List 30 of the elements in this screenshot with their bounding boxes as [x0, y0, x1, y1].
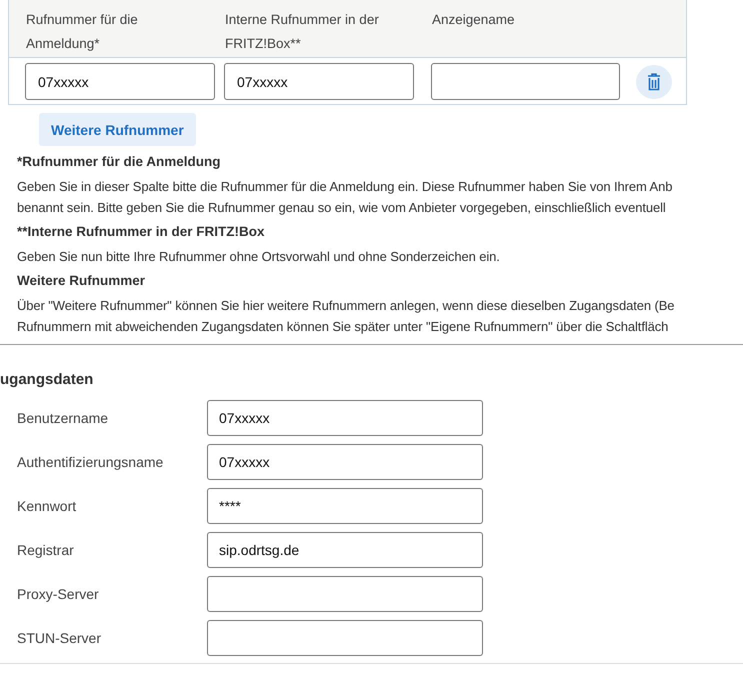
field-label: Benutzername — [17, 410, 110, 426]
note-heading: **Interne Rufnummer in der FRITZ!Box — [17, 223, 266, 241]
field-label: Kennwort — [17, 498, 78, 514]
add-number-button[interactable]: Weitere Rufnummer — [39, 113, 196, 146]
section-title: ugangsdaten — [0, 370, 94, 390]
input-field[interactable]: 07xxxxx — [25, 63, 215, 100]
input-field[interactable] — [207, 576, 483, 612]
note-heading: *Rufnummer für die Anmeldung — [17, 153, 222, 171]
input-field[interactable]: sip.odrtsg.de — [207, 532, 483, 568]
field-label: STUN-Server — [17, 630, 102, 646]
note-text: benannt sein. Bitte geben Sie die Rufnummer genau so ein, wie vom Anbieter vorgegeben, einschließlich eventuell — [17, 199, 667, 217]
note-text: Geben Sie nun bitte Ihre Rufnummer ohne Ortsvorwahl und ohne Sonderzeichen ein. — [17, 248, 501, 266]
note-text: Geben Sie in dieser Spalte bitte die Rufnummer für die Anmeldung ein. Diese Rufnummer haben Sie von Ihrem Anb — [17, 178, 674, 196]
field-label: Registrar — [17, 542, 75, 558]
column-header: Rufnummer für die Anmeldung* — [26, 11, 139, 53]
input-field[interactable]: 07xxxxx — [207, 400, 483, 436]
trash-icon — [647, 72, 661, 90]
input-field[interactable]: **** — [207, 488, 483, 524]
note-text: Über "Weitere Rufnummer" können Sie hier weitere Rufnummern anlegen, wenn diese dieselben Zugangsdaten (Be — [17, 297, 676, 315]
field-label: Proxy-Server — [17, 586, 100, 602]
input-field[interactable] — [207, 620, 483, 656]
note-heading: Weitere Rufnummer — [17, 272, 146, 290]
field-label: Authentifizierungsname — [17, 454, 164, 470]
input-field[interactable]: 07xxxxx — [224, 63, 414, 100]
delete-button[interactable] — [636, 64, 672, 98]
input-field[interactable] — [431, 63, 620, 100]
column-header: Interne Rufnummer in der FRITZ!Box** — [225, 11, 380, 53]
note-text: Rufnummern mit abweichenden Zugangsdaten können Sie später unter "Eigene Rufnummern" über die Schaltfläch — [17, 318, 670, 336]
input-field[interactable]: 07xxxxx — [207, 444, 483, 480]
column-header: Anzeigename — [432, 11, 516, 29]
